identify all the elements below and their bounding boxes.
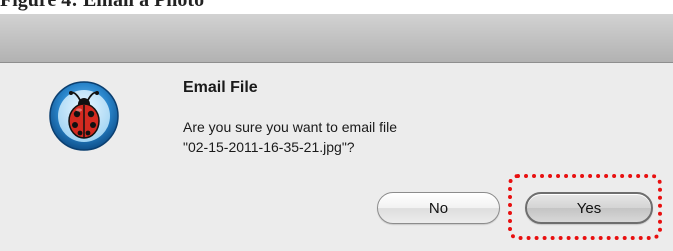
yes-button[interactable]: Yes bbox=[525, 192, 653, 224]
dialog-message-line-1: Are you sure you want to email file bbox=[183, 119, 397, 135]
dialog-message: Are you sure you want to email file "02-… bbox=[183, 117, 397, 157]
dialog-title: Email File bbox=[183, 79, 258, 96]
no-button[interactable]: No bbox=[377, 192, 500, 224]
window-titlebar[interactable] bbox=[0, 14, 673, 63]
caption-text: Figure 4: Email a Photo bbox=[0, 0, 205, 11]
ladybug-icon bbox=[49, 81, 119, 151]
caption-fragment: Figure 4: Email a Photo bbox=[0, 0, 673, 14]
dialog-message-line-2: "02-15-2011-16-35-21.jpg"? bbox=[183, 139, 355, 155]
ladybug-app-icon bbox=[48, 80, 120, 152]
